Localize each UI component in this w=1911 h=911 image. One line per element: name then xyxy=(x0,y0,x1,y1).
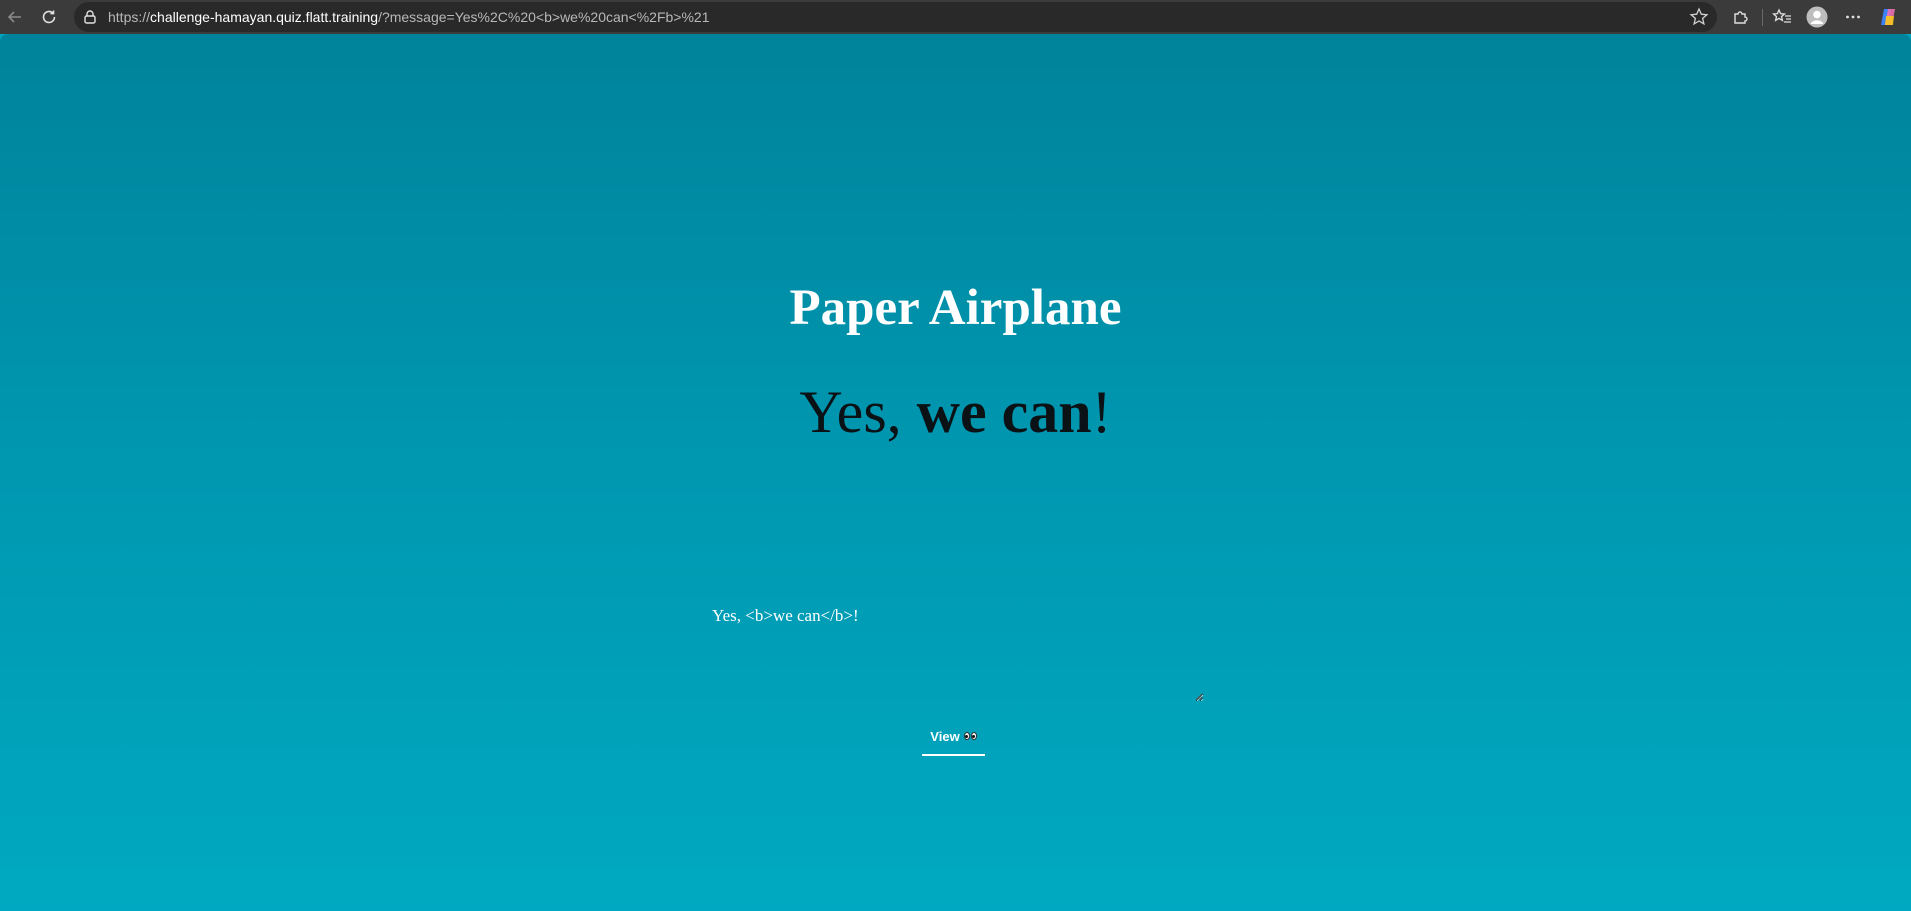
avatar-icon xyxy=(1806,6,1828,28)
favorites-button[interactable] xyxy=(1770,5,1794,29)
page-content: Paper Airplane Yes, we can! Yes, <b>we c… xyxy=(0,34,1911,911)
url-text[interactable]: https://challenge-hamayan.quiz.flatt.tra… xyxy=(108,2,710,32)
reload-button[interactable] xyxy=(37,5,61,29)
view-button[interactable]: View xyxy=(922,718,985,756)
copilot-button[interactable] xyxy=(1876,5,1900,29)
more-options-icon xyxy=(1846,15,1860,19)
url-host: challenge-hamayan.quiz.flatt.training xyxy=(150,9,379,25)
left-eye xyxy=(963,732,970,740)
profile-button[interactable] xyxy=(1805,5,1829,29)
address-bar[interactable]: https://challenge-hamayan.quiz.flatt.tra… xyxy=(74,2,1717,32)
message-prefix: Yes, xyxy=(799,379,917,445)
favorite-star-icon[interactable] xyxy=(1688,6,1710,28)
toolbar-divider xyxy=(1762,9,1763,26)
browser-toolbar: https://challenge-hamayan.quiz.flatt.tra… xyxy=(0,0,1911,34)
lock-icon xyxy=(84,10,96,24)
favorites-list-icon xyxy=(1772,8,1791,23)
url-path: /?message=Yes%2C%20<b>we%20can<%2Fb>%21 xyxy=(378,9,710,25)
view-button-label: View xyxy=(930,728,960,744)
page-title: Paper Airplane xyxy=(789,280,1122,336)
copilot-icon xyxy=(1881,9,1895,25)
back-arrow-icon xyxy=(7,11,21,23)
message-suffix: ! xyxy=(1091,379,1112,445)
resize-grip-icon[interactable] xyxy=(1193,691,1203,701)
right-eye xyxy=(970,732,977,740)
settings-menu-button[interactable] xyxy=(1841,5,1865,29)
eyes-icon xyxy=(963,732,977,740)
url-scheme: https:// xyxy=(108,9,151,25)
rendered-message: Yes, we can! xyxy=(0,377,1911,447)
back-button[interactable] xyxy=(3,5,27,29)
reload-icon xyxy=(42,10,56,24)
message-textarea[interactable]: Yes, <b>we can</b>! xyxy=(706,596,1204,702)
puzzle-icon xyxy=(1734,11,1748,24)
message-bold: we can xyxy=(916,379,1092,445)
extensions-button[interactable] xyxy=(1729,5,1753,29)
